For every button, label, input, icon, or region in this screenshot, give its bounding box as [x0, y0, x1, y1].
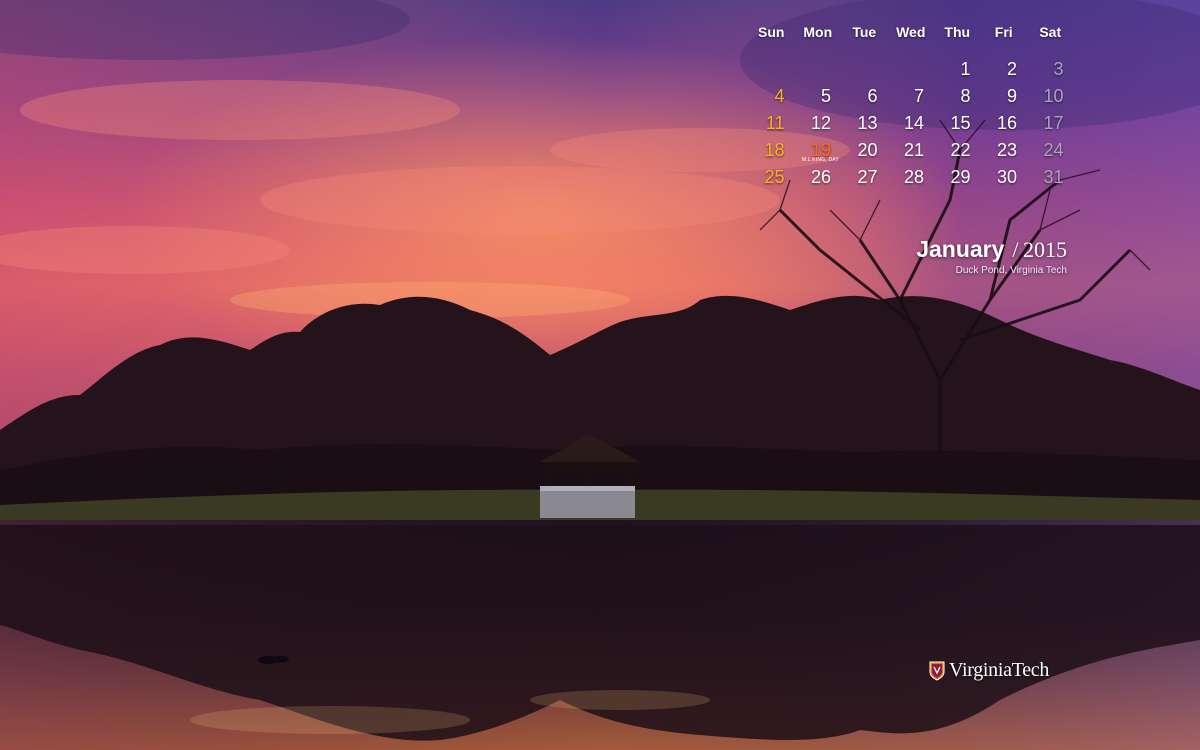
- calendar-day: 20: [841, 138, 888, 165]
- calendar-day: 9: [981, 84, 1028, 111]
- calendar-empty-cell: [795, 57, 842, 84]
- wallpaper: Sun Mon Tue Wed Thu Fri Sat 1 2 3 4 5 6 7 8 9 10 1…: [0, 0, 1200, 750]
- calendar-day: 29: [934, 165, 981, 192]
- day-number: 14: [903, 113, 924, 133]
- calendar-day: 17: [1027, 111, 1074, 138]
- calendar-day: 1: [934, 57, 981, 84]
- day-number: 27: [857, 167, 878, 187]
- calendar-grid: 1 2 3 4 5 6 7 8 9 10 11 12 13 14 15 16 17 18 19 M.L.KING, D…: [748, 57, 1074, 192]
- brand-wordmark: VirginiaTech: [949, 659, 1050, 681]
- day-number: 7: [913, 86, 924, 106]
- weekday-header: Sun Mon Tue Wed Thu Fri Sat: [748, 24, 1074, 40]
- day-number: 15: [950, 113, 971, 133]
- day-number: 6: [867, 86, 878, 106]
- calendar-day: 23: [981, 138, 1028, 165]
- calendar-day: 12: [795, 111, 842, 138]
- calendar-day: 3: [1027, 57, 1074, 84]
- day-number: 20: [857, 140, 878, 160]
- calendar-week-row: 1 2 3: [748, 57, 1074, 84]
- calendar-day: 19 M.L.KING, DAY: [795, 138, 842, 165]
- calendar-week-row: 18 19 M.L.KING, DAY 20 21 22 23 24: [748, 138, 1074, 165]
- calendar-day: 15: [934, 111, 981, 138]
- day-number: 31: [1043, 167, 1064, 187]
- day-number: 21: [903, 140, 924, 160]
- day-number: 8: [960, 86, 971, 106]
- day-number: 2: [1006, 59, 1017, 79]
- day-number: 29: [950, 167, 971, 187]
- holiday-label: M.L.KING, DAY: [801, 157, 839, 163]
- day-number: 3: [1053, 59, 1064, 79]
- calendar-day: 13: [841, 111, 888, 138]
- calendar-week-row: 25 26 27 28 29 30 31: [748, 165, 1074, 192]
- calendar-day: 18: [748, 138, 795, 165]
- calendar-day: 21: [888, 138, 935, 165]
- day-number: 12: [810, 113, 831, 133]
- weekday-label: Thu: [944, 24, 971, 40]
- calendar-empty-cell: [841, 57, 888, 84]
- day-number: 23: [996, 140, 1017, 160]
- day-number: 16: [996, 113, 1017, 133]
- calendar-day: 6: [841, 84, 888, 111]
- calendar-day: 16: [981, 111, 1028, 138]
- virginia-tech-logo: VirginiaTech: [929, 659, 1049, 682]
- day-number: 4: [774, 86, 785, 106]
- day-number: 22: [950, 140, 971, 160]
- shield-icon: [929, 661, 945, 681]
- calendar-week-row: 4 5 6 7 8 9 10: [748, 84, 1074, 111]
- day-number: 26: [810, 167, 831, 187]
- day-number: 9: [1006, 86, 1017, 106]
- day-number: 28: [903, 167, 924, 187]
- month-calendar: Sun Mon Tue Wed Thu Fri Sat 1 2 3 4 5 6 7 8 9 10 1…: [748, 24, 1074, 192]
- month-year-separator: /: [1012, 237, 1019, 262]
- calendar-day: 31: [1027, 165, 1074, 192]
- calendar-week-row: 11 12 13 14 15 16 17: [748, 111, 1074, 138]
- day-number: 5: [820, 86, 831, 106]
- calendar-day: 25: [748, 165, 795, 192]
- calendar-day: 27: [841, 165, 888, 192]
- day-number: 10: [1043, 86, 1064, 106]
- weekday-label: Fri: [994, 24, 1013, 40]
- calendar-empty-cell: [748, 57, 795, 84]
- calendar-day: 22: [934, 138, 981, 165]
- calendar-day: 2: [981, 57, 1028, 84]
- day-number: 1: [960, 59, 971, 79]
- weekday-label: Wed: [896, 24, 926, 40]
- calendar-day: 4: [748, 84, 795, 111]
- day-number: 24: [1043, 140, 1064, 160]
- calendar-day: 8: [934, 84, 981, 111]
- calendar-day: 14: [888, 111, 935, 138]
- calendar-empty-cell: [888, 57, 935, 84]
- day-number: 30: [996, 167, 1017, 187]
- calendar-day: 5: [795, 84, 842, 111]
- calendar-caption: January / 2015 Duck Pond, Virginia Tech: [916, 236, 1067, 276]
- month-name: January: [916, 236, 1005, 262]
- day-number: 17: [1043, 113, 1064, 133]
- weekday-label: Sat: [1039, 24, 1062, 40]
- calendar-day: 30: [981, 165, 1028, 192]
- year: 2015: [1023, 237, 1067, 262]
- weekday-label: Tue: [852, 24, 877, 40]
- weekday-label: Sun: [758, 24, 785, 40]
- calendar-day: 24: [1027, 138, 1074, 165]
- day-number: 18: [764, 140, 785, 160]
- calendar-day: 26: [795, 165, 842, 192]
- weekday-label: Mon: [803, 24, 833, 40]
- calendar-day: 11: [748, 111, 795, 138]
- day-number: 13: [857, 113, 878, 133]
- calendar-day: 28: [888, 165, 935, 192]
- day-number: 11: [765, 113, 785, 133]
- day-number: 25: [764, 167, 785, 187]
- calendar-day: 10: [1027, 84, 1074, 111]
- calendar-day: 7: [888, 84, 935, 111]
- photo-location: Duck Pond, Virginia Tech: [955, 265, 1067, 276]
